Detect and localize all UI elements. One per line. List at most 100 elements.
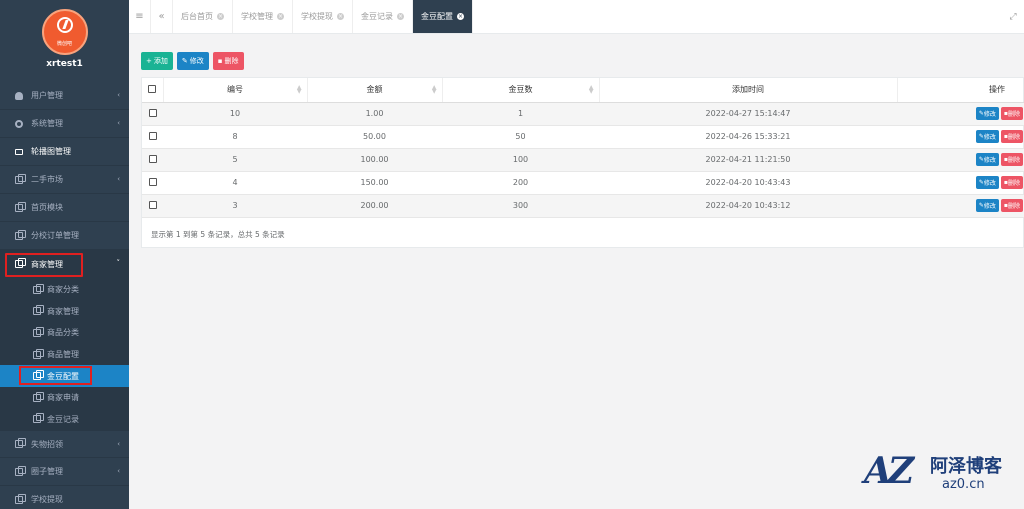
row-checkbox[interactable] [148, 108, 157, 117]
submenu-item-label: 商家分类 [47, 285, 79, 295]
sidebar-item-home-modules[interactable]: 首页模块 [0, 194, 129, 222]
watermark-title: 阿泽博客 [930, 456, 1002, 477]
submenu-item-product-management[interactable]: 商品管理 [0, 344, 129, 366]
row-checkbox[interactable] [148, 200, 157, 209]
sidebar-item-user-management[interactable]: 用户管理 ‹ [0, 82, 129, 110]
submenu-item-bean-config[interactable]: 金豆配置 [0, 365, 129, 387]
sidebar-item-carousel[interactable]: 轮播图管理 [0, 138, 129, 166]
select-all-cell [142, 78, 164, 103]
row-delete-button[interactable]: ▪ 删除 [1000, 176, 1023, 189]
plus-icon: + [146, 57, 152, 65]
row-delete-label: 删除 [1007, 157, 1020, 164]
copy-icon [33, 413, 44, 424]
row-delete-button[interactable]: ▪ 删除 [1000, 199, 1023, 212]
row-edit-button[interactable]: ✎ 修改 [975, 176, 999, 189]
add-button[interactable]: + 添加 [141, 52, 173, 70]
sidebar-item-merchant-management[interactable]: 商家管理 ˅ [0, 250, 129, 279]
cell-time: 2022-04-21 11:21:50 [599, 148, 897, 172]
close-icon[interactable]: × [397, 13, 404, 20]
table-row[interactable]: 4 150.00 200 2022-04-20 10:43:43 ✎ 修改 ▪ 删除 [142, 171, 1024, 195]
row-delete-label: 删除 [1007, 134, 1020, 141]
row-delete-label: 删除 [1007, 203, 1020, 210]
pagination-info: 显示第 1 到第 5 条记录，总共 5 条记录 [151, 230, 285, 239]
close-icon[interactable]: × [217, 13, 224, 20]
cell-beans: 1 [442, 102, 599, 126]
submenu-item-merchant-category[interactable]: 商家分类 [0, 279, 129, 301]
select-all-checkbox[interactable] [148, 84, 157, 93]
highlight-box [19, 366, 92, 386]
profile: 微创吧 xrtest1 [0, 0, 129, 82]
user-name[interactable]: xrtest1 [0, 59, 129, 69]
row-delete-button[interactable]: ▪ 删除 [1000, 107, 1023, 120]
cell-beans: 300 [442, 194, 599, 218]
row-delete-button[interactable]: ▪ 删除 [1000, 153, 1023, 166]
column-header-label: 金豆数 [508, 85, 533, 95]
column-header-label: 操作 [989, 85, 1005, 95]
column-header-label: 添加时间 [732, 85, 764, 95]
submenu-item-bean-records[interactable]: 金豆记录 [0, 409, 129, 431]
sort-icon: ▲ ▼ [588, 84, 594, 95]
watermark-logo: AZ [864, 450, 914, 492]
row-edit-button[interactable]: ✎ 修改 [975, 130, 999, 143]
add-button-label: 添加 [153, 57, 168, 65]
copy-icon [15, 438, 26, 449]
edit-button-label: 修改 [189, 57, 204, 65]
cell-time: 2022-04-20 10:43:12 [599, 194, 897, 218]
sidebar-item-circles[interactable]: 圈子管理 ‹ [0, 458, 129, 487]
sidebar-item-second-hand[interactable]: 二手市场 ‹ [0, 166, 129, 194]
cell-amount: 150.00 [307, 171, 442, 195]
tab-scroll-left-icon[interactable]: « [151, 0, 173, 33]
tab-school-management[interactable]: 学校管理 × [233, 0, 293, 33]
close-icon[interactable]: × [457, 13, 464, 20]
sidebar-item-label: 二手市场 [31, 175, 63, 184]
gear-icon [15, 119, 23, 128]
submenu: 商家分类 商家管理 商品分类 商品管理 金豆配置 商家申请 金豆记录 [0, 279, 129, 431]
sidebar-item-school-withdraw[interactable]: 学校提现 [0, 486, 129, 509]
table-row[interactable]: 10 1.00 1 2022-04-27 15:14:47 ✎ 修改 ▪ 删除 [142, 102, 1024, 126]
table-row[interactable]: 3 200.00 300 2022-04-20 10:43:12 ✎ 修改 ▪ 删除 [142, 194, 1024, 218]
submenu-item-merchant-management[interactable]: 商家管理 [0, 301, 129, 323]
row-checkbox[interactable] [148, 177, 157, 186]
user-icon [15, 91, 23, 100]
cell-id: 5 [163, 148, 307, 172]
row-select-cell [142, 194, 163, 218]
row-checkbox[interactable] [148, 154, 157, 163]
sidebar-item-branch-orders[interactable]: 分校订单管理 [0, 222, 129, 250]
sidebar-item-label: 圈子管理 [31, 467, 63, 477]
column-header-beans[interactable]: 金豆数 ▲ ▼ [442, 78, 600, 103]
column-header-id[interactable]: 编号 ▲ ▼ [163, 78, 308, 103]
sidebar-item-lost-found[interactable]: 失物招领 ‹ [0, 430, 129, 459]
column-header-amount[interactable]: 金额 ▲ ▼ [307, 78, 443, 103]
submenu-item-product-category[interactable]: 商品分类 [0, 322, 129, 344]
submenu-item-merchant-application[interactable]: 商家申请 [0, 387, 129, 409]
tab-bean-records[interactable]: 金豆记录 × [353, 0, 413, 33]
cell-ops: ✎ 修改 ▪ 删除 [897, 102, 1024, 126]
column-header-time[interactable]: 添加时间 [599, 78, 898, 103]
chevron-left-icon: ‹ [117, 119, 120, 127]
watermark: AZ 阿泽博客 az0.cn [864, 446, 1024, 498]
row-edit-button[interactable]: ✎ 修改 [975, 107, 999, 120]
row-delete-button[interactable]: ▪ 删除 [1000, 130, 1023, 143]
tab-school-withdraw[interactable]: 学校提现 × [293, 0, 353, 33]
row-checkbox[interactable] [148, 131, 157, 140]
table-row[interactable]: 8 50.00 50 2022-04-26 15:33:21 ✎ 修改 ▪ 删除 [142, 125, 1024, 149]
delete-button[interactable]: ▪ 删除 [212, 52, 244, 70]
table-header-row: 编号 ▲ ▼ 金额 ▲ ▼ 金豆数 ▲ ▼ 添加时间 操作 [142, 78, 1024, 103]
chevron-left-icon: ‹ [117, 91, 120, 99]
column-header-label: 金额 [366, 85, 383, 95]
fullscreen-icon[interactable]: ⤢ [1002, 0, 1024, 33]
close-icon[interactable]: × [337, 13, 344, 20]
tab-dashboard[interactable]: 后台首页 × [173, 0, 233, 33]
table-row[interactable]: 5 100.00 100 2022-04-21 11:21:50 ✎ 修改 ▪ 删除 [142, 148, 1024, 172]
sidebar-item-system-management[interactable]: 系统管理 ‹ [0, 110, 129, 138]
row-edit-button[interactable]: ✎ 修改 [975, 153, 999, 166]
edit-button[interactable]: ✎ 修改 [176, 52, 209, 70]
column-header-ops: 操作 [897, 78, 1024, 103]
logo[interactable]: 微创吧 [41, 9, 88, 55]
cell-amount: 100.00 [307, 148, 442, 172]
close-icon[interactable]: × [277, 13, 284, 20]
row-edit-button[interactable]: ✎ 修改 [975, 199, 999, 212]
menu-toggle-icon[interactable]: ≡ [129, 0, 151, 33]
lightning-icon [56, 17, 73, 33]
tab-bean-config[interactable]: 金豆配置 × [413, 0, 473, 33]
